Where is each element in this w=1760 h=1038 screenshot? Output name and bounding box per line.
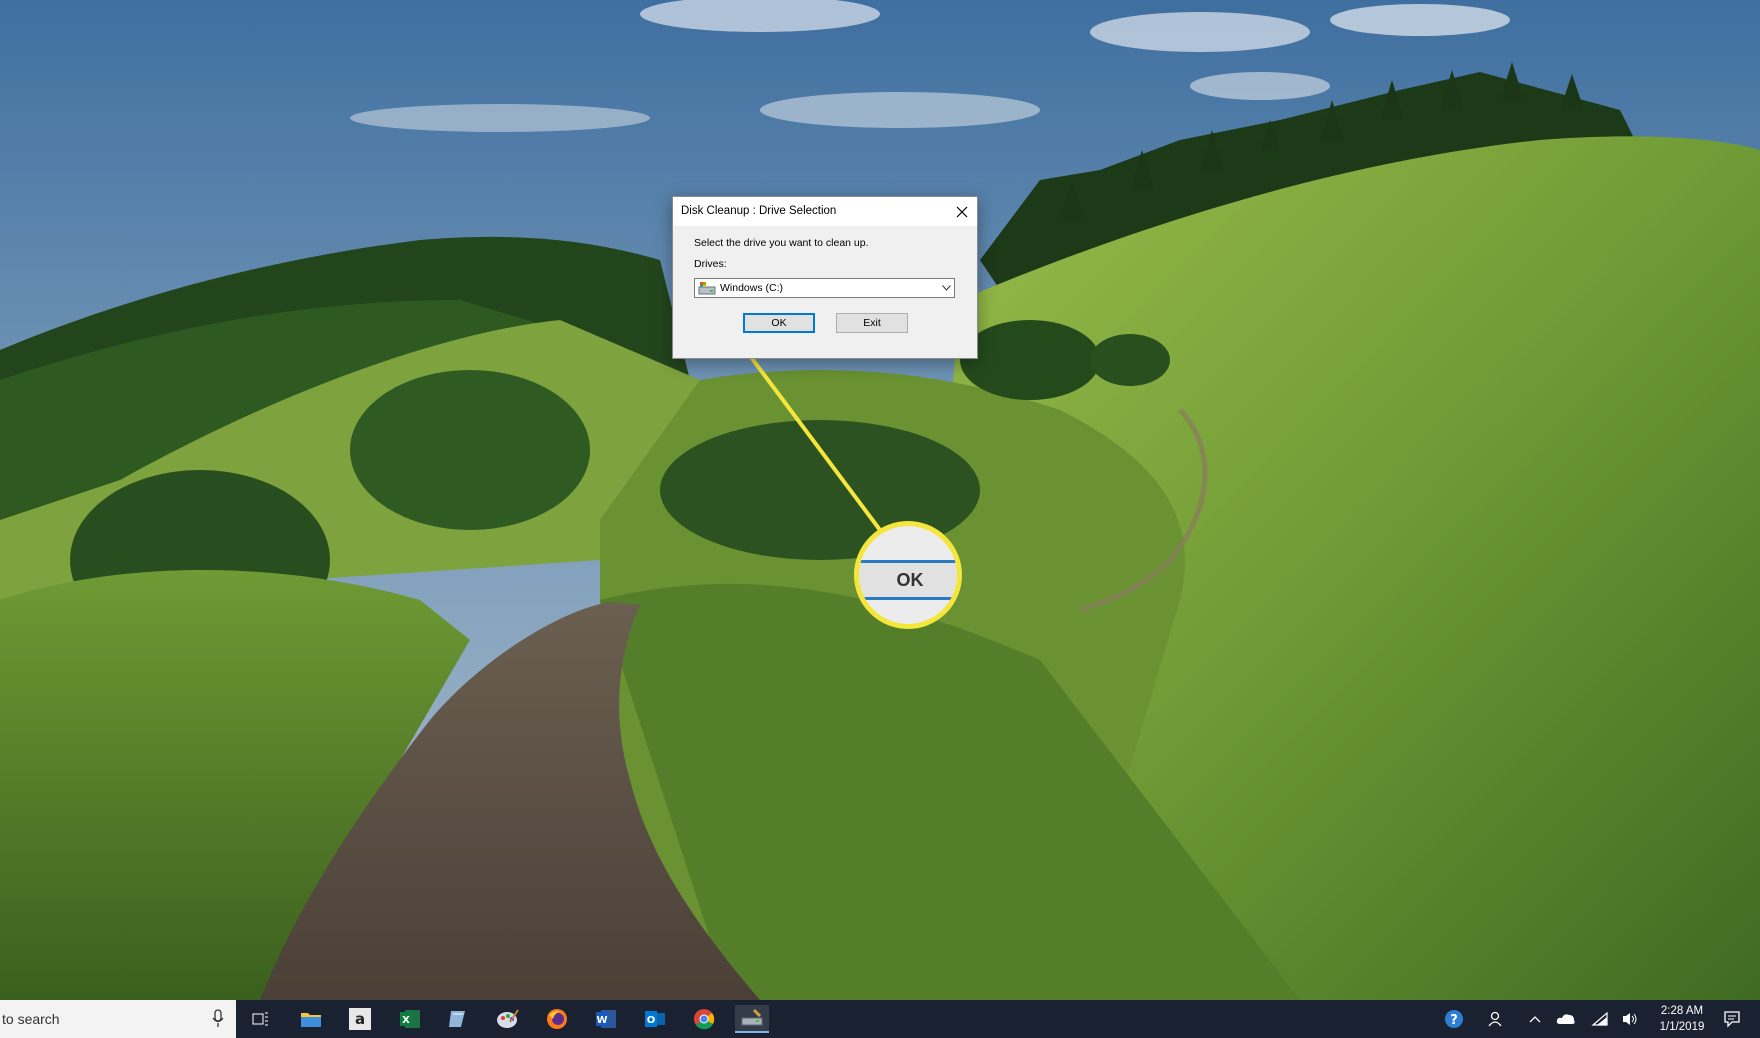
file-explorer-icon[interactable] [294,1005,328,1033]
microphone-icon[interactable] [212,1009,224,1029]
clock-time: 2:28 AM [1660,1005,1704,1017]
notifications-icon[interactable] [1722,1009,1742,1029]
close-icon [956,206,968,217]
onedrive-icon[interactable] [1556,1009,1576,1029]
landscape-image [0,0,1760,1000]
task-view-icon[interactable] [244,1005,278,1033]
help-icon[interactable]: ? [1444,1009,1464,1029]
ok-button[interactable]: OK [743,313,815,333]
svg-text:X: X [402,1015,410,1026]
dialog-body: Select the drive you want to clean up. D… [673,226,977,358]
zoomed-ok-label: OK [896,569,924,590]
paint-icon[interactable] [491,1005,525,1033]
word-icon[interactable]: W [589,1005,623,1033]
taskbar: to search a X W O ? 2:28 AM 1/1/2019 [0,1000,1760,1038]
wifi-icon[interactable] [1590,1009,1610,1029]
selected-drive: Windows (C:) [720,282,784,294]
chrome-icon[interactable] [687,1005,721,1033]
zoomed-ok-button: OK [859,560,957,600]
outlook-icon[interactable]: O [638,1005,672,1033]
disk-cleanup-icon[interactable] [735,1005,769,1033]
svg-text:O: O [647,1015,656,1026]
zoom-callout: OK [854,521,962,629]
chevron-down-icon[interactable] [938,279,954,297]
dialog-title: Disk Cleanup : Drive Selection [681,205,837,217]
dialog-titlebar[interactable]: Disk Cleanup : Drive Selection [673,197,977,226]
svg-text:?: ? [1450,1013,1458,1028]
excel-icon[interactable]: X [393,1005,427,1033]
close-button[interactable] [947,197,977,226]
search-placeholder: to search [2,1011,60,1027]
desktop-wallpaper [0,0,1760,1000]
svg-text:W: W [596,1015,607,1026]
clock-date: 1/1/2019 [1659,1021,1705,1033]
drives-label: Drives: [694,258,727,270]
chevron-up-icon[interactable] [1525,1009,1545,1029]
exit-button[interactable]: Exit [836,313,908,333]
drive-select[interactable]: Windows (C:) [694,278,955,298]
notepad-icon[interactable] [441,1005,475,1033]
disk-cleanup-dialog: Disk Cleanup : Drive Selection Select th… [672,196,978,359]
people-icon[interactable] [1486,1009,1506,1029]
system-clock[interactable]: 2:28 AM 1/1/2019 [1650,1003,1714,1035]
volume-icon[interactable] [1620,1009,1640,1029]
search-box[interactable]: to search [0,1000,236,1038]
drive-icon [698,282,716,295]
amazon-icon[interactable]: a [343,1005,377,1033]
dialog-prompt: Select the drive you want to clean up. [694,237,869,249]
firefox-icon[interactable] [540,1005,574,1033]
svg-text:a: a [355,1010,365,1028]
